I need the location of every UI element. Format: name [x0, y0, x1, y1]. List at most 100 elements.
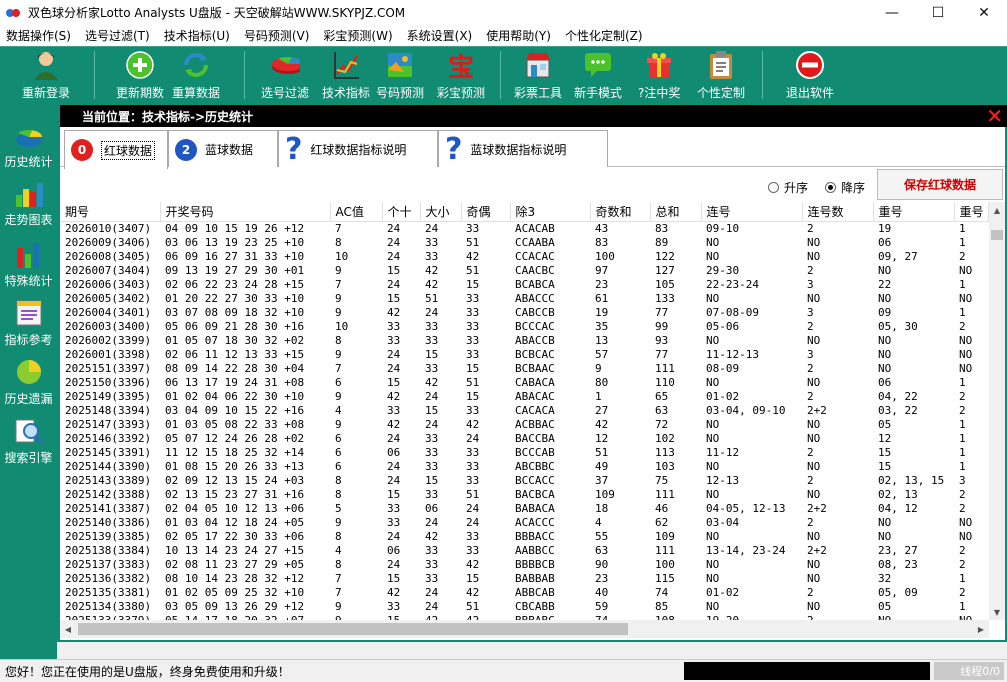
column-header[interactable]: 连号数 — [802, 202, 874, 222]
menu-customize[interactable]: 个性化定制(Z) — [565, 27, 643, 44]
save-red-data-button[interactable]: 保存红球数据 — [877, 169, 1003, 200]
scroll-down-icon[interactable]: ▼ — [989, 604, 1005, 620]
close-button[interactable]: ✕ — [961, 0, 1007, 25]
table-cell: 2026004(3401) — [65, 305, 152, 319]
table-row[interactable]: 2026003(3400) 05 06 09 21 28 30 +16 10 33 33… — [60, 320, 988, 334]
table-row[interactable]: 2025148(3394) 03 04 09 10 15 22 +16 4 33 15 3… — [60, 404, 988, 418]
filter-button[interactable]: 选号过滤 — [261, 50, 309, 104]
column-header[interactable]: 个十 — [382, 202, 421, 222]
table-row[interactable]: 2026008(3405) 06 09 16 27 31 33 +10 10 24 33… — [60, 250, 988, 264]
prize-button[interactable]: ?注中奖 — [638, 50, 680, 104]
menu-data-ops[interactable]: 数据操作(S) — [6, 27, 71, 44]
table-row[interactable]: 2025150(3396) 06 13 17 19 24 31 +08 6 15 42 5… — [60, 376, 988, 390]
column-header[interactable]: 重号 — [873, 202, 955, 222]
menu-predict[interactable]: 号码预测(V) — [244, 27, 310, 44]
table-row[interactable]: 2025144(3390) 01 08 15 20 26 33 +13 6 24 33 3… — [60, 460, 988, 474]
recalc-button[interactable]: 重算数据 — [172, 50, 220, 104]
table-row[interactable]: 2026009(3406) 03 06 13 19 23 25 +10 8 24 33 5… — [60, 236, 988, 250]
menu-caibao[interactable]: 彩宝预测(W) — [323, 27, 392, 44]
scroll-right-icon[interactable]: ▶ — [973, 620, 989, 638]
sort-asc-radio[interactable]: 升序 — [768, 179, 808, 196]
minimize-button[interactable]: — — [869, 0, 915, 25]
sidebar-item-history-stats[interactable]: 历史统计 — [0, 117, 57, 175]
table-row[interactable]: 2025137(3383) 02 08 11 23 27 29 +05 8 24 33 4… — [60, 558, 988, 572]
table-row[interactable]: 2025135(3381) 01 02 05 09 25 32 +10 7 42 24 4… — [60, 586, 988, 600]
indicators-button[interactable]: 技术指标 — [322, 50, 370, 104]
sort-desc-radio[interactable]: 降序 — [825, 179, 865, 196]
tab-red-ball-data[interactable]: 0 红球数据 — [64, 130, 168, 169]
table-row[interactable]: 2025138(3384) 10 13 14 23 24 27 +15 4 06 33 3… — [60, 544, 988, 558]
table-row[interactable]: 2025146(3392) 05 07 12 24 26 28 +02 6 24 33 2… — [60, 432, 988, 446]
column-header[interactable]: AC值 — [330, 202, 383, 222]
horizontal-scrollbar[interactable]: ◀ ▶ — [60, 620, 989, 638]
close-panel-icon[interactable]: ✕ — [986, 105, 1003, 127]
tab-blue-ball-explain[interactable]: ? 蓝球数据指标说明 — [438, 130, 608, 168]
sidebar-item-special-stats[interactable]: 特殊统计 — [0, 236, 57, 294]
sidebar-item-indicator-ref[interactable]: 指标参考 — [0, 295, 57, 353]
table-row[interactable]: 2025140(3386) 01 03 04 12 18 24 +05 9 33 24 2… — [60, 516, 988, 530]
relogin-button[interactable]: 重新登录 — [22, 50, 70, 104]
sidebar-item-search-engine[interactable]: 搜索引擎 — [0, 413, 57, 471]
tab-red-ball-explain[interactable]: ? 红球数据指标说明 — [278, 130, 438, 168]
column-header[interactable]: 奇偶 — [461, 202, 511, 222]
predict-button[interactable]: 号码预测 — [376, 50, 424, 104]
table-cell: ABCBBC — [515, 459, 555, 473]
table-cell: 100 — [655, 557, 675, 571]
table-row[interactable]: 2026004(3401) 03 07 08 09 18 32 +10 9 42 24 3… — [60, 306, 988, 320]
table-cell: ABACCC — [515, 291, 555, 305]
column-header[interactable]: 连号 — [701, 202, 803, 222]
column-header[interactable]: 开奖号码 — [160, 202, 331, 222]
table-cell: 2 — [807, 389, 814, 403]
search-engine-icon — [14, 417, 44, 445]
column-header[interactable]: 期号 — [60, 202, 161, 222]
column-header[interactable]: 除3 — [510, 202, 591, 222]
table-row[interactable]: 2025149(3395) 01 02 04 06 22 30 +10 9 42 24 1… — [60, 390, 988, 404]
customize-button[interactable]: 个性定制 — [697, 50, 745, 104]
tab-blue-ball-data[interactable]: 2 蓝球数据 — [168, 130, 278, 168]
table-row[interactable]: 2025141(3387) 02 04 05 10 12 13 +06 5 33 06 2… — [60, 502, 988, 516]
table-row[interactable]: 2026001(3398) 02 06 11 12 13 33 +15 9 24 15 3… — [60, 348, 988, 362]
tools-button[interactable]: 彩票工具 — [514, 50, 562, 104]
menu-settings[interactable]: 系统设置(X) — [407, 27, 473, 44]
table-row[interactable]: 2025142(3388) 02 13 15 23 27 31 +16 8 15 33 5… — [60, 488, 988, 502]
table-row[interactable]: 2026005(3402) 01 20 22 27 30 33 +10 9 15 51 3… — [60, 292, 988, 306]
table-row[interactable]: 2026010(3407) 04 09 10 15 19 26 +12 7 24 24 3… — [60, 221, 988, 236]
table-cell: 1 — [959, 417, 966, 431]
column-header[interactable]: 总和 — [650, 202, 702, 222]
table-cell: NO — [807, 557, 821, 571]
sidebar-item-trend-chart[interactable]: 走势图表 — [0, 175, 57, 233]
scroll-left-icon[interactable]: ◀ — [60, 620, 76, 638]
table-cell: BBBBCB — [515, 557, 555, 571]
vertical-scrollbar[interactable]: ▲ ▼ — [989, 202, 1005, 620]
maximize-button[interactable]: ☐ — [915, 0, 961, 25]
table-row[interactable]: 2026007(3404) 09 13 19 27 29 30 +01 9 15 42 5… — [60, 264, 988, 278]
table-row[interactable]: 2025145(3391) 11 12 15 18 25 32 +14 6 06 33 3… — [60, 446, 988, 460]
sidebar-item-history-miss[interactable]: 历史遗漏 — [0, 354, 57, 412]
menu-indicators[interactable]: 技术指标(U) — [164, 27, 230, 44]
table-cell: 2 — [807, 263, 814, 277]
table-row[interactable]: 2025143(3389) 02 09 12 13 15 24 +03 8 24 15 3… — [60, 474, 988, 488]
table-row[interactable]: 2026006(3403) 02 06 22 23 24 28 +15 7 24 42 1… — [60, 278, 988, 292]
table-row[interactable]: 2025136(3382) 08 10 14 23 28 32 +12 7 15 33 1… — [60, 572, 988, 586]
update-button[interactable]: 更新期数 — [116, 50, 164, 104]
menu-filter[interactable]: 选号过滤(T) — [85, 27, 150, 44]
column-header[interactable]: 大小 — [420, 202, 462, 222]
column-header[interactable]: 奇数和 — [590, 202, 651, 222]
horizontal-scroll-thumb[interactable] — [78, 623, 628, 635]
table-row[interactable]: 2025139(3385) 02 05 17 22 30 33 +06 8 24 42 3… — [60, 530, 988, 544]
caibao-button[interactable]: 宝 彩宝预测 — [437, 50, 485, 104]
column-header[interactable]: 重号 — [954, 202, 989, 222]
table-row[interactable]: 2025147(3393) 01 03 05 08 22 33 +08 9 42 24 4… — [60, 418, 988, 432]
table-row[interactable]: 2025134(3380) 03 05 09 13 26 29 +12 9 33 24 5… — [60, 600, 988, 614]
novice-button[interactable]: 新手模式 — [574, 50, 622, 104]
table-cell: NO — [807, 599, 821, 613]
vertical-scroll-thumb[interactable] — [991, 230, 1003, 240]
table-cell: 23, 27 — [878, 543, 918, 557]
menu-help[interactable]: 使用帮助(Y) — [486, 27, 551, 44]
table-row[interactable]: 2025151(3397) 08 09 14 22 28 30 +04 7 24 33 1… — [60, 362, 988, 376]
table-cell: 51 — [595, 445, 609, 459]
exit-button[interactable]: 退出软件 — [786, 50, 834, 104]
scroll-up-icon[interactable]: ▲ — [989, 202, 1005, 218]
table-cell: 08 10 14 23 28 32 +12 — [165, 571, 305, 585]
table-row[interactable]: 2026002(3399) 01 05 07 18 30 32 +02 8 33 33 3… — [60, 334, 988, 348]
